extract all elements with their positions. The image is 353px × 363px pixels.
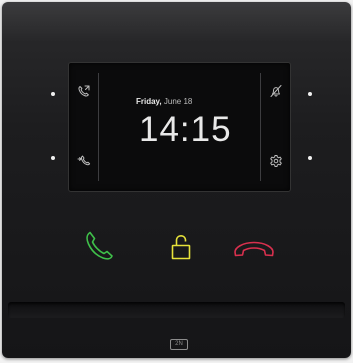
- settings-gear-icon[interactable]: [269, 154, 283, 168]
- call-history-icon[interactable]: [77, 84, 91, 98]
- led-bottom-left: [51, 156, 55, 160]
- bottom-groove: [8, 302, 345, 318]
- intercom-device: Friday, June 18 14:15 2N: [2, 2, 351, 358]
- brand-logo: 2N: [170, 339, 188, 350]
- answer-call-button[interactable]: [80, 228, 114, 262]
- phone-answer-icon: [86, 231, 113, 260]
- phone-hangup-icon: [234, 241, 274, 257]
- led-bottom-right: [308, 156, 312, 160]
- led-top-left: [51, 92, 55, 96]
- led-top-right: [308, 92, 312, 96]
- screen-divider-left: [98, 73, 99, 181]
- date-text: June 18: [163, 97, 193, 106]
- unlock-door-button[interactable]: [164, 231, 198, 265]
- unlock-padlock-icon: [171, 235, 191, 260]
- screen-divider-right: [260, 73, 261, 181]
- call-forward-icon[interactable]: [77, 153, 91, 167]
- date-day: Friday,: [136, 97, 162, 106]
- clock-time: 14:15: [139, 110, 232, 149]
- mute-bell-icon[interactable]: [269, 84, 283, 98]
- date-line: Friday, June 18: [136, 97, 192, 106]
- hangup-call-button[interactable]: [232, 233, 276, 267]
- display-screen: Friday, June 18 14:15: [68, 62, 291, 192]
